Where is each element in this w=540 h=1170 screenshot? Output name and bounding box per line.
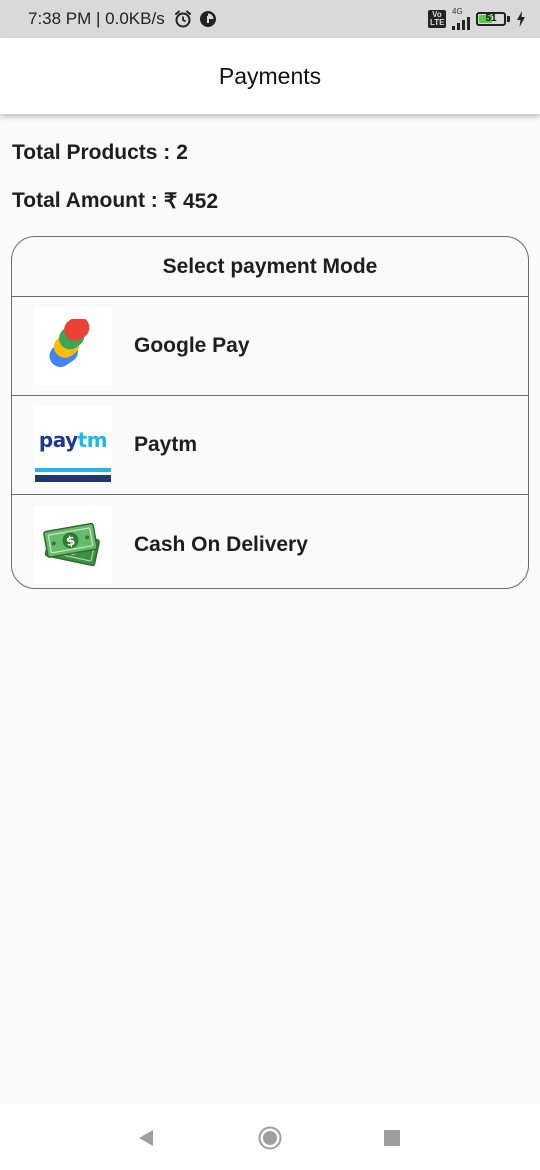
system-nav-bar (0, 1104, 540, 1170)
payment-mode-header: Select payment Mode (12, 237, 528, 297)
back-button[interactable] (134, 1126, 158, 1150)
battery-icon: 51 (476, 12, 506, 26)
home-button[interactable] (258, 1126, 282, 1150)
total-products: Total Products : 2 (12, 141, 188, 165)
charging-bolt-icon (517, 11, 525, 27)
payment-mode-card: Select payment Mode Google Pay paytm Pay… (11, 236, 529, 589)
payment-option-cash-on-delivery[interactable]: $ Cash On Delivery (12, 495, 528, 588)
status-left: 7:38 PM | 0.0KB/s (28, 9, 217, 29)
total-amount-value: ₹ 452 (163, 190, 219, 213)
payment-option-label: Google Pay (134, 334, 250, 357)
cash-icon: $ (34, 505, 112, 584)
signal-strength-icon: 4G (452, 8, 470, 30)
paytm-logo-pay: pay (38, 428, 78, 452)
paytm-logo-icon: paytm (34, 406, 112, 484)
status-right: Vo LTE 4G 51 (428, 8, 526, 30)
volte-icon: Vo LTE (428, 10, 446, 28)
google-pay-logo-icon (34, 307, 112, 385)
battery-level: 51 (485, 13, 497, 24)
payment-option-label: Paytm (134, 433, 198, 456)
total-amount-label: Total Amount : (12, 189, 158, 212)
payment-option-label: Cash On Delivery (134, 532, 308, 556)
total-products-value: 2 (176, 141, 188, 164)
data-saver-icon (199, 11, 216, 27)
status-bar: 7:38 PM | 0.0KB/s Vo LTE 4G 51 (0, 0, 540, 38)
page-title: Payments (218, 62, 322, 89)
back-triangle-icon (139, 1130, 153, 1146)
network-type: 4G (452, 7, 463, 16)
payment-option-google-pay[interactable]: Google Pay (12, 297, 528, 396)
total-products-label: Total Products : (12, 141, 171, 164)
app-bar: Payments (0, 38, 540, 114)
home-circle-icon (258, 1126, 282, 1150)
status-time-speed: 7:38 PM | 0.0KB/s (28, 9, 165, 28)
payment-option-paytm[interactable]: paytm Paytm (12, 396, 528, 495)
status-left-icons (173, 9, 217, 29)
recent-square-icon (384, 1130, 400, 1146)
alarm-icon (174, 10, 191, 28)
battery-tip (507, 16, 510, 22)
recent-apps-button[interactable] (380, 1126, 404, 1150)
paytm-logo-tm: tm (77, 428, 108, 452)
total-amount: Total Amount : ₹ 452 (12, 189, 218, 214)
